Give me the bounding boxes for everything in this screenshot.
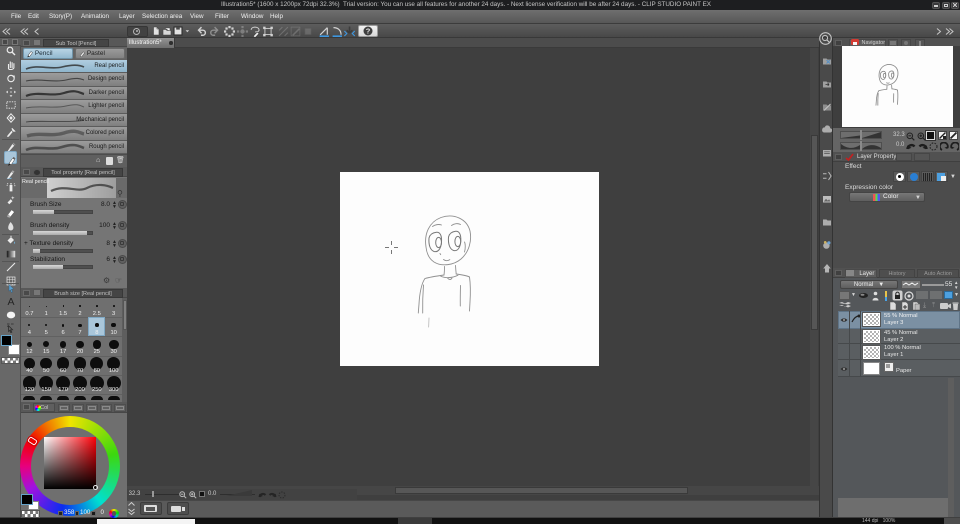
svg-text:?: ? bbox=[366, 27, 371, 36]
svg-text:A: A bbox=[7, 296, 14, 306]
